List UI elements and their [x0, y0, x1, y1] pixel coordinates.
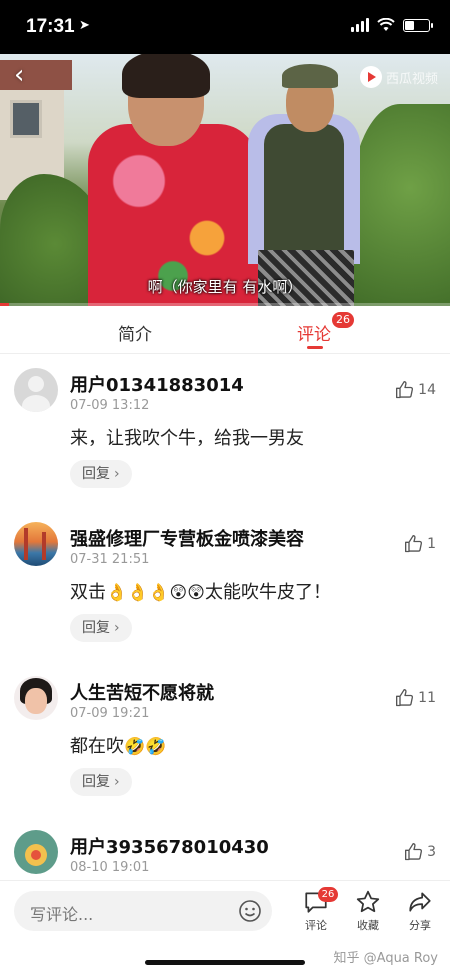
comment-action-label: 评论 [305, 919, 327, 932]
like-button[interactable]: 11 [395, 688, 436, 708]
comment-item: 用户3935678010430 08-10 19:01 3 [0, 830, 450, 880]
home-indicator[interactable] [145, 960, 305, 965]
share-arrow-icon [409, 892, 431, 912]
comment-time: 07-09 19:21 [70, 706, 150, 721]
back-icon[interactable]: ‹ [14, 62, 36, 88]
chevron-right-icon: › [114, 620, 120, 636]
comment-time: 08-10 19:01 [70, 860, 150, 875]
like-button[interactable]: 1 [404, 534, 436, 554]
comment-item: 强盛修理厂专营板金喷漆美容 07-31 21:51 双击👌👌👌😲😲太能吹牛皮了！… [0, 522, 450, 662]
video-player[interactable] [0, 54, 450, 306]
avatar[interactable] [14, 676, 58, 720]
share-label: 分享 [409, 919, 431, 932]
tab-bar: 简介 评论 26 [0, 306, 450, 354]
video-logo-text: 西瓜视频 [385, 71, 438, 87]
comment-text-prefix: 都在吹 [70, 736, 124, 757]
like-count: 11 [418, 690, 436, 706]
comment-time: 07-31 21:51 [70, 552, 150, 567]
emoji-smile-icon[interactable] [238, 899, 262, 923]
favorite-label: 收藏 [357, 919, 379, 932]
comment-text-suffix: 太能吹牛皮了！ [204, 582, 331, 603]
reply-label: 回复 [82, 466, 110, 482]
comment-input[interactable]: 写评论... [14, 891, 272, 931]
share-button[interactable]: 分享 [400, 889, 440, 933]
comment-time: 07-09 13:12 [70, 398, 150, 413]
reply-label: 回复 [82, 620, 110, 636]
comment-author[interactable]: 强盛修理厂专营板金喷漆美容 [70, 525, 304, 551]
video-logo: 西瓜视频 [359, 66, 438, 88]
like-count: 3 [427, 844, 436, 860]
comment-author[interactable]: 用户01341883014 [70, 371, 244, 397]
location-arrow-icon: ➤ [79, 18, 90, 33]
status-icons [351, 18, 433, 32]
comment-item: 用户01341883014 07-09 13:12 来，让我吹个牛，给我一男友 … [0, 368, 450, 508]
like-count: 1 [427, 536, 436, 552]
comment-author[interactable]: 用户3935678010430 [70, 833, 269, 859]
battery-icon [403, 18, 433, 32]
thumbs-up-icon [405, 535, 423, 553]
reply-button[interactable]: 回复 › [70, 614, 132, 642]
comment-action-button[interactable]: 26 评论 [296, 887, 338, 933]
battery-level [405, 20, 415, 30]
play-logo-icon [359, 66, 382, 88]
cellular-signal-icon [351, 18, 369, 32]
thumbs-up-icon [405, 843, 423, 861]
comment-text: 来，让我吹个牛，给我一男友 [70, 428, 304, 449]
chevron-right-icon: › [114, 466, 120, 482]
like-button[interactable]: 14 [395, 380, 436, 400]
like-button[interactable]: 3 [404, 842, 436, 862]
wifi-icon [377, 18, 395, 31]
avatar[interactable] [14, 522, 58, 566]
laughing-emoji-icons: 🤣🤣 [124, 737, 167, 757]
thumbs-up-icon [396, 689, 414, 707]
favorite-button[interactable]: 收藏 [348, 889, 388, 933]
status-bar: 17:31 ➤ [0, 0, 450, 54]
avatar[interactable] [14, 368, 58, 412]
reply-label: 回复 [82, 774, 110, 790]
comment-text: 双击👌👌👌😲😲太能吹牛皮了！ [70, 578, 331, 604]
like-count: 14 [418, 382, 436, 398]
ok-hand-emoji-icons: 👌👌👌😲😲 [106, 583, 205, 603]
reply-button[interactable]: 回复 › [70, 460, 132, 488]
comment-text: 都在吹🤣🤣 [70, 732, 166, 758]
comment-author[interactable]: 人生苦短不愿将就 [70, 679, 214, 705]
status-time: 17:31 [26, 16, 75, 37]
tab-intro[interactable]: 简介 [118, 320, 152, 345]
comment-input-placeholder: 写评论... [30, 905, 94, 924]
comment-text-prefix: 双击 [70, 582, 106, 603]
watermark: 知乎 @Aqua Roy [333, 951, 438, 966]
avatar[interactable] [14, 830, 58, 874]
video-subtitle: 啊（你家里有 有水啊） [147, 278, 303, 296]
thumbs-up-icon [396, 381, 414, 399]
reply-button[interactable]: 回复 › [70, 768, 132, 796]
active-tab-indicator [307, 346, 323, 349]
comments-count-badge: 26 [332, 312, 354, 328]
tab-comments[interactable]: 评论 [297, 320, 331, 345]
comment-item: 人生苦短不愿将就 07-09 19:21 都在吹🤣🤣 回复 › 11 [0, 676, 450, 816]
chevron-right-icon: › [114, 774, 120, 790]
comment-count-badge: 26 [318, 887, 338, 902]
star-icon [356, 890, 380, 913]
